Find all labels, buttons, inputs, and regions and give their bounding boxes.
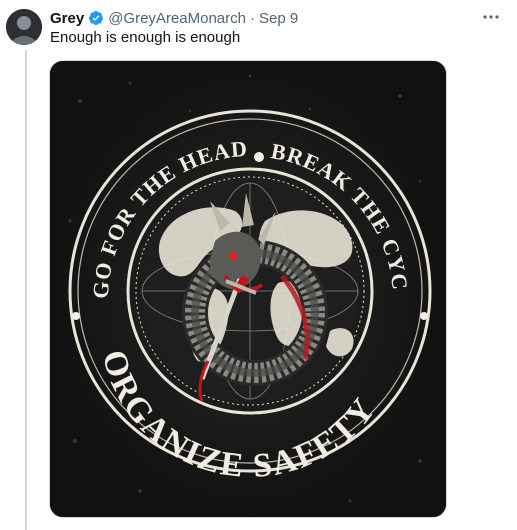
separator-dot: · (249, 9, 255, 27)
author-name[interactable]: Grey (50, 10, 84, 27)
emblem-artwork: GO FOR THE HEAD BREAK THE CYCLE ORGANIZE… (50, 61, 446, 517)
tweet-header: Grey @GreyAreaMonarch · Sep 9 (50, 8, 298, 28)
ring-dot-right (420, 312, 428, 320)
more-options-icon[interactable] (479, 9, 503, 25)
verified-badge-icon[interactable] (88, 10, 104, 26)
ring-dot-left (72, 312, 80, 320)
tweet-image[interactable]: GO FOR THE HEAD BREAK THE CYCLE ORGANIZE… (49, 60, 447, 518)
avatar-image (6, 9, 42, 45)
avatar[interactable] (6, 9, 42, 45)
author-handle[interactable]: @GreyAreaMonarch (108, 10, 246, 27)
post-date[interactable]: Sep 9 (259, 10, 298, 27)
tweet[interactable]: Grey @GreyAreaMonarch · Sep 9 Enough is … (0, 0, 517, 530)
thread-line (25, 50, 27, 530)
tweet-text: Enough is enough is enough (50, 29, 241, 46)
ring-dot-top (254, 152, 264, 162)
